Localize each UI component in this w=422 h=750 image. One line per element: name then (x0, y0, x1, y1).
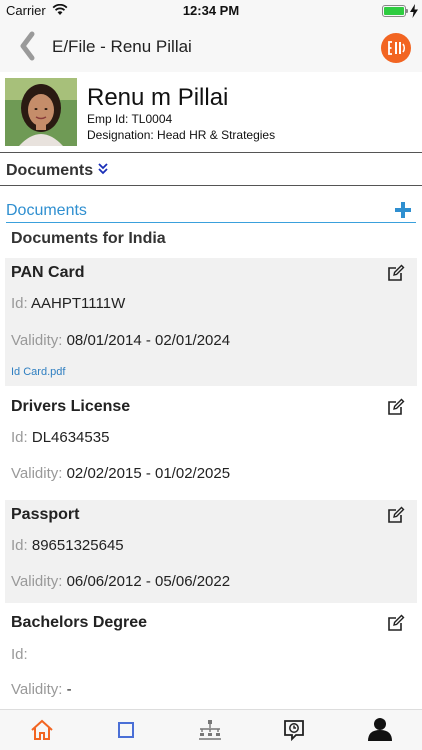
document-id: DL4634535 (31, 429, 110, 446)
tab-square[interactable] (84, 710, 168, 750)
document-validity-line: Validity: 08/01/2014 - 02/01/2024 (11, 332, 231, 349)
documents-header: Documents (6, 202, 87, 219)
page-title: E/File - Renu Pillai (52, 37, 192, 56)
document-id-line: Id: 89651325645 (11, 537, 124, 554)
profile-header: Renu m Pillai Emp Id: TL0004 Designation… (0, 72, 422, 152)
tab-profile[interactable] (336, 710, 420, 750)
document-id-line: Id: AAHPT1111W (11, 295, 126, 312)
section-title: Documents (6, 162, 94, 179)
edit-icon[interactable] (386, 397, 406, 417)
timesheet-icon (284, 720, 304, 741)
tab-org-chart[interactable] (168, 710, 252, 750)
document-id-line: Id: DL4634535 (11, 429, 110, 446)
home-icon (31, 719, 53, 740)
edit-icon[interactable] (386, 263, 406, 283)
app-logo-icon[interactable] (381, 33, 411, 63)
back-chevron-icon[interactable] (14, 28, 40, 64)
charging-bolt-icon (410, 4, 418, 18)
battery-icon (382, 5, 406, 17)
org-chart-icon (199, 720, 221, 740)
employee-id: Emp Id: TL0004 (87, 112, 173, 126)
document-attachment-link[interactable]: Id Card.pdf (11, 366, 65, 378)
battery-tip (406, 9, 408, 13)
document-validity: 06/06/2012 - 05/06/2022 (66, 573, 231, 590)
document-id: AAHPT1111W (31, 295, 126, 312)
navigation-bar: E/File - Renu Pillai (0, 22, 422, 72)
document-title: Drivers License (11, 398, 131, 415)
document-validity: 02/02/2015 - 01/02/2025 (66, 465, 231, 482)
document-card[interactable]: Bachelors Degree Id: Validity: - (5, 608, 417, 708)
document-card[interactable]: Passport Id: 89651325645 Validity: 06/06… (5, 500, 417, 603)
document-id: 89651325645 (31, 537, 124, 554)
edit-icon[interactable] (386, 613, 406, 633)
employee-designation: Designation: Head HR & Strategies (87, 128, 276, 142)
document-card[interactable]: Drivers License Id: DL4634535 Validity: … (5, 392, 417, 495)
document-validity: - (66, 681, 72, 698)
document-validity: 08/01/2014 - 02/01/2024 (66, 332, 231, 349)
document-validity-line: Validity: 02/02/2015 - 01/02/2025 (11, 465, 231, 482)
divider (0, 185, 422, 186)
document-id-line: Id: (11, 646, 28, 663)
document-title: PAN Card (11, 264, 85, 281)
tab-timesheet[interactable] (252, 710, 336, 750)
employee-name: Renu m Pillai (87, 84, 229, 111)
document-validity-line: Validity: 06/06/2012 - 05/06/2022 (11, 573, 231, 590)
documents-section-toggle[interactable]: Documents (0, 153, 422, 186)
documents-country-heading: Documents for India (11, 230, 166, 247)
documents-header-underline (6, 222, 416, 223)
document-title: Passport (11, 506, 80, 523)
plus-icon[interactable] (394, 201, 412, 219)
double-chevron-down-icon[interactable] (97, 162, 109, 176)
document-validity-line: Validity: - (11, 681, 72, 698)
edit-icon[interactable] (386, 505, 406, 525)
document-title: Bachelors Degree (11, 614, 148, 631)
tab-home[interactable] (0, 710, 84, 750)
profile-icon (368, 718, 392, 741)
clock: 12:34 PM (182, 3, 240, 18)
status-bar: Carrier 12:34 PM (0, 0, 422, 22)
tab-bar (0, 709, 422, 750)
avatar (5, 78, 77, 146)
square-icon (118, 722, 134, 738)
document-card[interactable]: PAN Card Id: AAHPT1111W Validity: 08/01/… (5, 258, 417, 386)
